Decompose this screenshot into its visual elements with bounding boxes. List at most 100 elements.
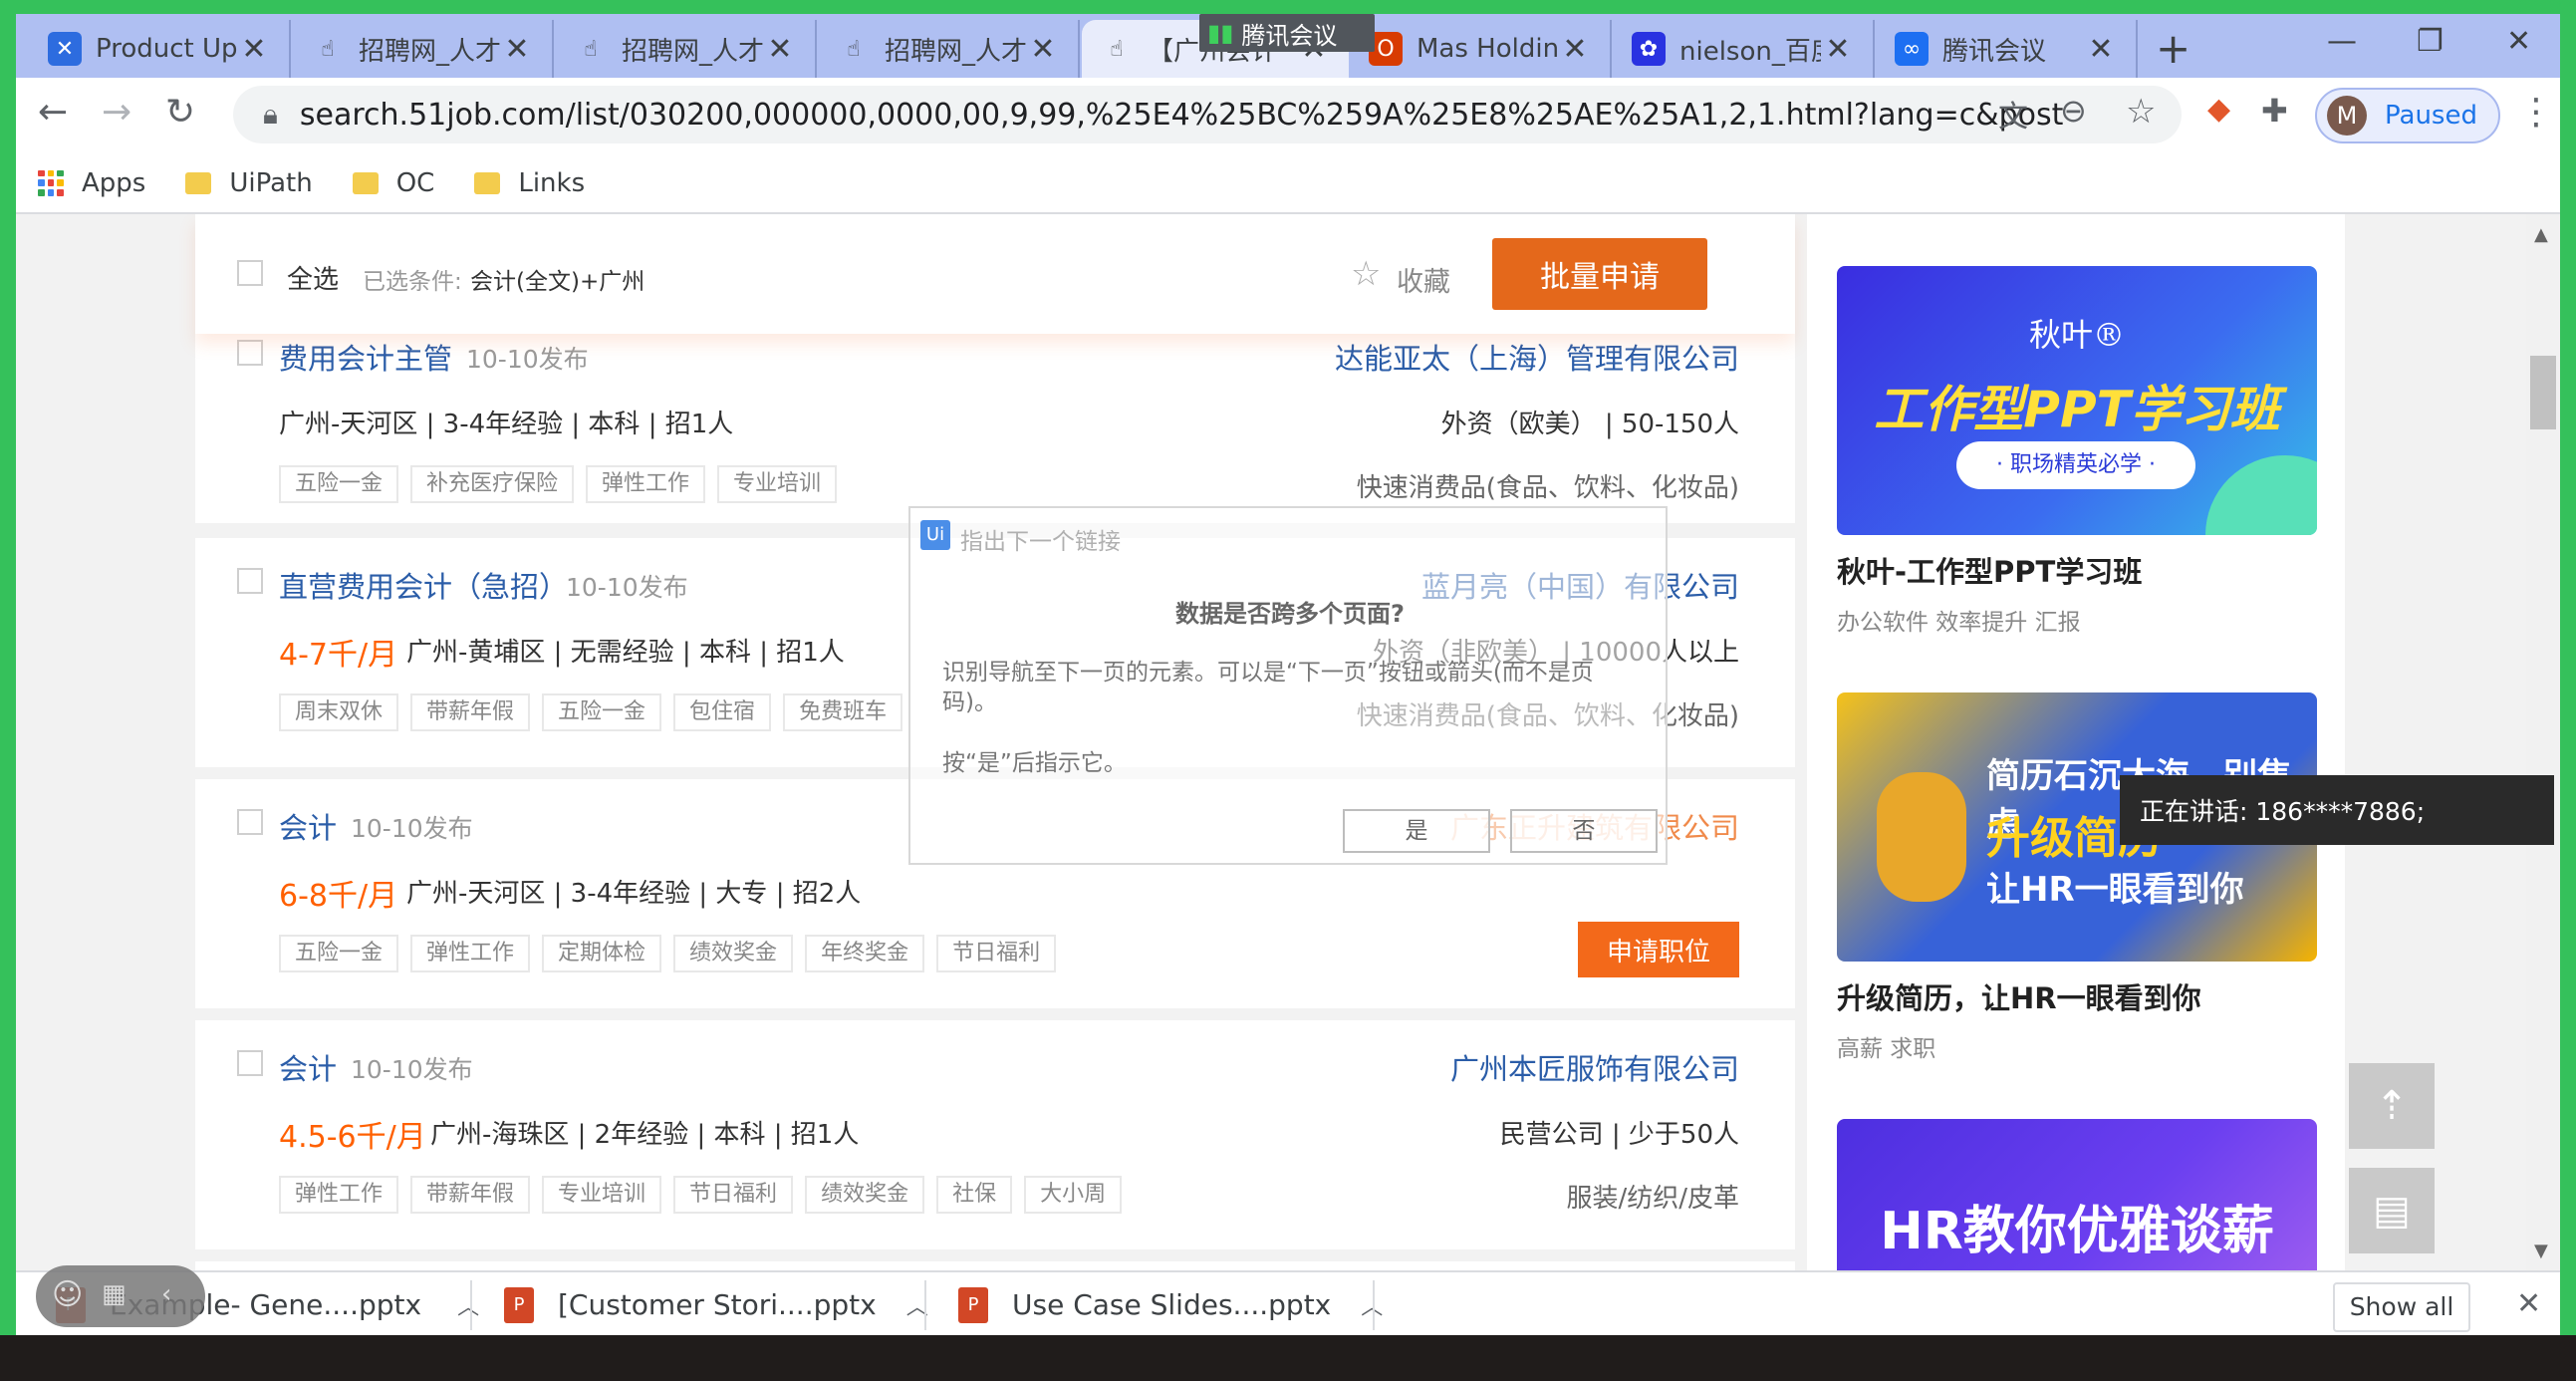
- ad-sidebar: 秋叶® 工作型PPT学习班 · 职场精英必学 · 秋叶-工作型PPT学习班 办公…: [1807, 214, 2435, 1270]
- translate-icon[interactable]: 文: [1998, 92, 2028, 136]
- bookmark-star-icon[interactable]: ☆: [2126, 92, 2156, 132]
- job-tag: 弹性工作: [586, 465, 706, 503]
- job-checkbox[interactable]: [237, 340, 263, 366]
- ad-decor-circle: [2205, 455, 2317, 535]
- minimize-icon[interactable]: —: [2327, 24, 2357, 59]
- job-title-link[interactable]: 会计: [279, 805, 337, 847]
- close-icon[interactable]: ✕: [1558, 32, 1592, 67]
- restore-icon[interactable]: ❐: [2417, 24, 2444, 59]
- window-close-icon[interactable]: ✕: [2506, 24, 2531, 59]
- tab-nielson-baidu[interactable]: ✿ nielson_百度 ✕: [1614, 20, 1875, 78]
- tab-zhaopin-3[interactable]: ☝ 招聘网_人才 ✕: [819, 20, 1080, 78]
- scrollbar[interactable]: ▲ ▼: [2526, 214, 2560, 1270]
- tab-mas-holdings[interactable]: O Mas Holdin ✕: [1351, 20, 1612, 78]
- job-tag: 带薪年假: [410, 693, 531, 731]
- ad-title[interactable]: 秋叶-工作型PPT学习班: [1837, 549, 2142, 591]
- job-title-link[interactable]: 会计: [279, 1046, 337, 1088]
- zoom-icon[interactable]: ⊖: [2060, 92, 2087, 130]
- tab-tencent-meeting[interactable]: ∞ 腾讯会议 ✕: [1877, 20, 2138, 78]
- back-to-top-button[interactable]: ⇡: [2349, 1063, 2435, 1149]
- more-menu-icon[interactable]: ⋮: [2518, 92, 2554, 133]
- company-link[interactable]: 达能亚太（上海）管理有限公司: [1335, 336, 1739, 378]
- scrollbar-thumb[interactable]: [2530, 356, 2556, 429]
- job-checkbox[interactable]: [237, 1050, 263, 1076]
- company-link[interactable]: 广州本匠服饰有限公司: [1450, 1046, 1739, 1088]
- scroll-up-icon[interactable]: ▲: [2534, 224, 2548, 245]
- forward-icon[interactable]: →: [102, 92, 131, 133]
- bookmark-label: UiPath: [229, 167, 313, 198]
- avatar: M: [2327, 96, 2367, 136]
- show-all-button[interactable]: Show all: [2333, 1282, 2470, 1332]
- meeting-share-badge[interactable]: ▮▮ 腾讯会议: [1199, 14, 1375, 52]
- download-item[interactable]: P [Customer Stori....pptx ︿: [504, 1272, 928, 1337]
- bookmark-uipath[interactable]: UiPath: [185, 167, 313, 198]
- ad-title[interactable]: 升级简历，让HR一眼看到你: [1837, 975, 2201, 1017]
- batch-apply-button[interactable]: 批量申请: [1492, 238, 1707, 310]
- selection-toolbar: 全选 已选条件: 会计(全文)+广州 ☆ 收藏 批量申请: [195, 214, 1795, 334]
- close-icon[interactable]: ✕: [1821, 32, 1855, 67]
- floating-chat-bubble[interactable]: ☺ ▦ ‹: [36, 1265, 205, 1327]
- close-icon[interactable]: ✕: [500, 32, 534, 67]
- screen-share-border-top: [0, 0, 2576, 14]
- bookmark-label: Apps: [82, 167, 146, 198]
- extension-uipath-icon[interactable]: ◆: [2207, 92, 2230, 127]
- job-title-link[interactable]: 直营费用会计（急招）: [279, 564, 568, 606]
- conditions-label: 已选条件:: [363, 269, 462, 295]
- tencent-meeting-icon: ∞: [1895, 32, 1929, 66]
- job-checkbox[interactable]: [237, 809, 263, 835]
- job-checkbox[interactable]: [237, 568, 263, 594]
- feedback-button[interactable]: ▤: [2349, 1168, 2435, 1253]
- emoji-icon[interactable]: ☺: [52, 1277, 83, 1312]
- select-all-label[interactable]: 全选: [287, 259, 339, 296]
- bookmark-links[interactable]: Links: [474, 168, 585, 198]
- apply-job-button[interactable]: 申请职位: [1578, 922, 1739, 977]
- download-filename: [Customer Stori....pptx: [558, 1288, 877, 1321]
- bookmark-oc[interactable]: OC: [352, 168, 434, 198]
- collapse-icon[interactable]: ‹: [161, 1279, 171, 1309]
- chevron-up-icon[interactable]: ︿: [457, 1289, 479, 1321]
- job-tags: 五险一金 补充医疗保险 弹性工作 专业培训: [279, 465, 838, 503]
- close-icon[interactable]: ✕: [2084, 32, 2118, 67]
- close-icon[interactable]: ✕: [763, 32, 797, 67]
- download-item[interactable]: P Use Case Slides....pptx ︿: [958, 1272, 1383, 1337]
- star-icon[interactable]: ☆: [1351, 254, 1381, 294]
- address-bar[interactable]: 🔒︎ search.51job.com/list/030200,000000,0…: [233, 86, 2182, 143]
- profile-button[interactable]: M Paused: [2315, 88, 2500, 143]
- job-tags: 五险一金 弹性工作 定期体检 绩效奖金 年终奖金 节日福利: [279, 935, 1057, 972]
- lock-icon[interactable]: 🔒︎: [263, 98, 278, 132]
- new-tab-button[interactable]: +: [2156, 24, 2190, 73]
- conditions-value: 会计(全文)+广州: [470, 269, 645, 295]
- yes-button[interactable]: 是: [1343, 809, 1490, 853]
- yes-label: 是: [1405, 818, 1428, 844]
- taskbar-strip: [0, 1335, 2576, 1381]
- tab-zhaopin-1[interactable]: ☝ 招聘网_人才 ✕: [293, 20, 554, 78]
- job-title-link[interactable]: 费用会计主管: [279, 336, 452, 378]
- company-industry: 服装/纺织/皮革: [1566, 1184, 1739, 1214]
- profile-status: Paused: [2385, 101, 2477, 131]
- apps-grid-icon: [38, 169, 64, 196]
- close-icon[interactable]: ✕: [1026, 32, 1060, 67]
- job-tag: 专业培训: [542, 1176, 662, 1214]
- favorite-label[interactable]: 收藏: [1397, 260, 1450, 299]
- tab-zhaopin-2[interactable]: ☝ 招聘网_人才 ✕: [556, 20, 817, 78]
- extensions-puzzle-icon[interactable]: ✚: [2261, 92, 2288, 130]
- ad-headline: 让HR一眼看到你: [1986, 870, 2244, 910]
- ad-banner-salary[interactable]: HR教你优雅谈薪: [1837, 1119, 2317, 1270]
- close-downloads-icon[interactable]: ✕: [2516, 1286, 2541, 1321]
- select-all-checkbox[interactable]: [237, 260, 263, 286]
- ad-banner-ppt[interactable]: 秋叶® 工作型PPT学习班 · 职场精英必学 ·: [1837, 266, 2317, 535]
- screen-share-border-right: [2560, 0, 2576, 1335]
- ad-brand: 秋叶®: [2028, 316, 2125, 354]
- close-icon[interactable]: ✕: [237, 32, 271, 67]
- bookmark-apps[interactable]: Apps: [38, 168, 145, 198]
- back-icon[interactable]: ←: [38, 92, 68, 133]
- no-button[interactable]: 否: [1510, 809, 1658, 853]
- keyboard-icon[interactable]: ▦: [102, 1279, 127, 1309]
- tab-product-up[interactable]: ✕ Product Up ✕: [30, 20, 291, 78]
- reload-icon[interactable]: ↻: [165, 92, 195, 133]
- url-text[interactable]: search.51job.com/list/030200,000000,0000…: [300, 98, 2063, 133]
- signal-icon: ▮▮: [1207, 19, 1234, 47]
- job-tags: 周末双休 带薪年假 五险一金 包住宿 免费班车: [279, 693, 903, 731]
- job-tag: 年终奖金: [805, 935, 925, 972]
- scroll-down-icon[interactable]: ▼: [2534, 1241, 2548, 1261]
